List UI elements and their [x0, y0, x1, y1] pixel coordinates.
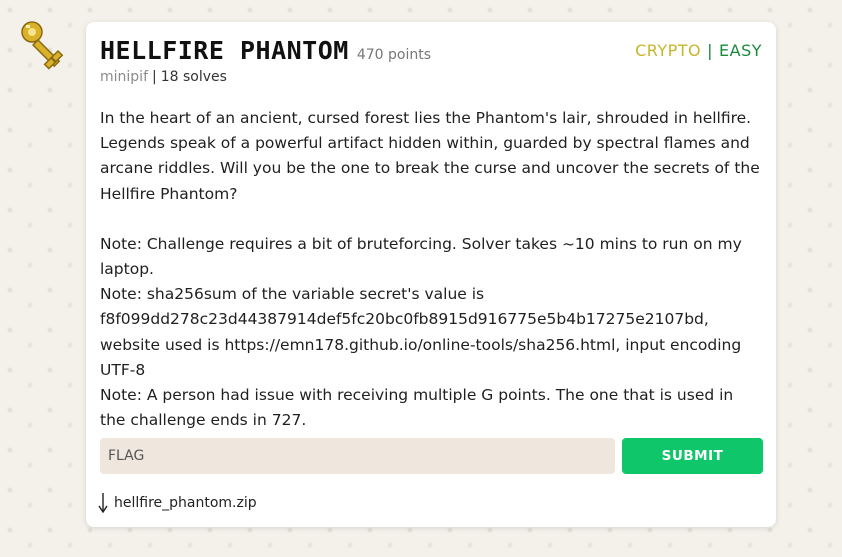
- solve-count: 18 solves: [160, 69, 227, 85]
- meta-separator: |: [152, 69, 157, 85]
- description-note: Note: sha256sum of the variable secret's…: [100, 285, 742, 379]
- difficulty-tag: EASY: [719, 41, 762, 60]
- challenge-tags: CRYPTO | EASY: [635, 41, 762, 60]
- download-arrow-icon: [98, 493, 108, 514]
- attachment-filename[interactable]: hellfire_phantom.zip: [114, 495, 257, 511]
- author-name: minipif: [100, 69, 148, 85]
- challenge-points: 470 points: [356, 47, 431, 63]
- challenge-title: HELLFIRE PHANTOM: [100, 36, 349, 65]
- tag-separator: |: [707, 41, 714, 60]
- key-icon: [21, 21, 64, 70]
- description-note: Note: A person had issue with receiving …: [100, 386, 734, 430]
- submit-button[interactable]: SUBMIT: [622, 438, 763, 474]
- category-tag: CRYPTO: [635, 41, 702, 60]
- challenge-description: In the heart of an ancient, cursed fores…: [100, 106, 762, 433]
- flag-input[interactable]: [100, 438, 615, 474]
- title-row: HELLFIRE PHANTOM 470 points: [100, 36, 431, 65]
- challenge-meta: minipif | 18 solves: [100, 69, 227, 85]
- attachment-link[interactable]: hellfire_phantom.zip: [98, 492, 257, 514]
- description-paragraph: In the heart of an ancient, cursed fores…: [100, 109, 760, 203]
- description-note: Note: Challenge requires a bit of brutef…: [100, 234, 742, 279]
- challenge-card: HELLFIRE PHANTOM 470 points CRYPTO | EASY …: [86, 22, 776, 527]
